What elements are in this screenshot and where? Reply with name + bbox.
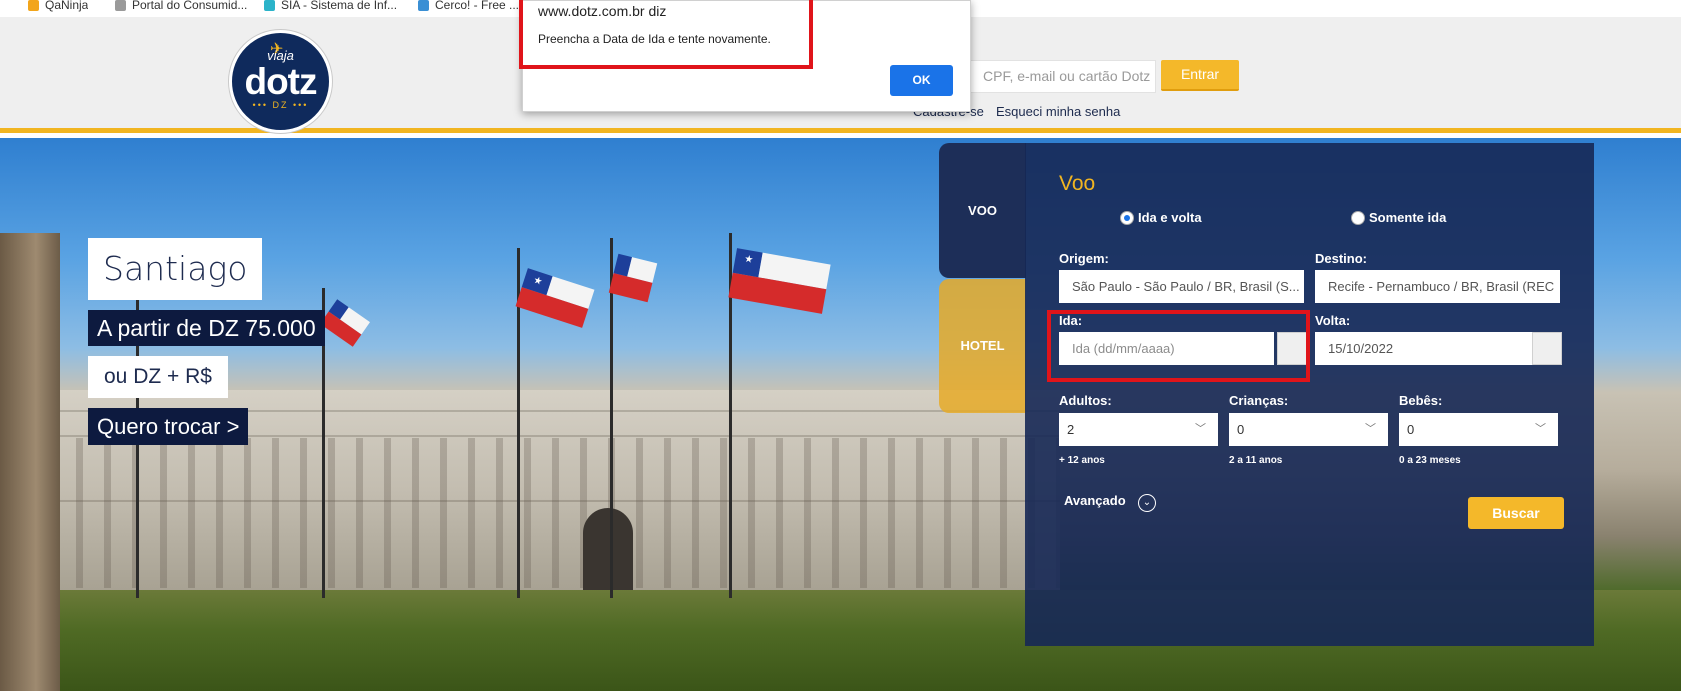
select-value: 2 [1067,422,1075,437]
radio-label: Somente ida [1369,210,1447,225]
page-icon [115,0,126,11]
origin-label: Origem: [1059,251,1109,266]
hex-icon [418,0,429,11]
login-button[interactable]: Entrar [1161,60,1239,91]
chevron-down-icon: ﹀ [1195,423,1206,435]
adults-hint: + 12 anos [1059,455,1105,466]
palace-door [583,508,633,590]
advanced-options-link[interactable]: Avançado [1064,493,1126,508]
chile-flag: ★ [728,248,831,314]
promo-price[interactable]: A partir de DZ 75.000 [88,310,325,346]
dialog-highlight-box [519,0,813,69]
chile-flag: ★ [515,268,595,328]
promo-cta-link[interactable]: Quero trocar > [88,408,249,445]
login-input[interactable]: CPF, e-mail ou cartão Dotz [970,60,1156,93]
return-date-input[interactable]: 15/10/2022 [1315,332,1533,365]
radio-one-way[interactable]: Somente ida [1351,210,1446,225]
bookmark-sia[interactable]: SIA - Sistema de Inf... [264,0,397,14]
bookmark-portal[interactable]: Portal do Consumid... [115,0,247,14]
destination-input[interactable]: Recife - Pernambuco / BR, Brasil (REC [1315,270,1560,303]
children-select[interactable]: 0 ﹀ [1229,413,1388,446]
children-label: Crianças: [1229,393,1289,408]
select-value: 0 [1407,422,1415,437]
calendar-button[interactable] [1532,332,1562,365]
chevron-down-circle-icon[interactable]: ⌄ [1138,494,1156,512]
adults-select[interactable]: 2 ﹀ [1059,413,1218,446]
diamond-icon [264,0,275,11]
bookmark-label: Cerco! - Free ... [435,0,518,12]
panel-title: Voo [1059,172,1096,195]
bookmark-qaninja[interactable]: QaNinja [28,0,88,14]
departure-highlight-box [1047,310,1310,382]
infants-hint: 0 a 23 meses [1399,455,1461,466]
bookmark-label: Portal do Consumid... [132,0,248,12]
promo-destination[interactable]: Santiago [88,238,263,300]
logo-badge: ••• DZ ••• [252,100,309,110]
children-hint: 2 a 11 anos [1229,455,1283,466]
palace-columns [20,438,1060,588]
chile-flag [608,253,658,303]
radio-round-trip[interactable]: Ida e volta [1120,210,1202,225]
dialog-ok-button[interactable]: OK [890,65,953,96]
promo-alt-price[interactable]: ou DZ + R$ [88,356,228,398]
radio-checked-icon [1120,211,1134,225]
radio-label: Ida e volta [1138,210,1202,225]
destination-label: Destino: [1315,251,1367,266]
forgot-password-link[interactable]: Esqueci minha senha [996,104,1120,119]
tab-flight[interactable]: VOO [939,143,1026,278]
bookmark-label: SIA - Sistema de Inf... [281,0,398,12]
chevron-down-icon: ﹀ [1365,423,1376,435]
select-value: 0 [1237,422,1245,437]
infants-label: Bebês: [1399,393,1443,408]
search-button[interactable]: Buscar [1468,497,1564,529]
bookmark-cerco[interactable]: Cerco! - Free ... [418,0,518,14]
origin-input[interactable]: São Paulo - São Paulo / BR, Brasil (S... [1059,270,1304,303]
logo-brand: dotz [244,61,317,102]
chevron-down-icon: ﹀ [1535,423,1546,435]
adults-label: Adultos: [1059,393,1112,408]
radio-unchecked-icon [1351,211,1365,225]
infants-select[interactable]: 0 ﹀ [1399,413,1558,446]
dotz-logo[interactable]: ✈ viaja dotz ••• DZ ••• [229,30,332,133]
folder-icon [28,0,39,11]
flight-search-panel: Voo Ida e volta Somente ida Origem: São … [1025,143,1594,646]
tab-hotel[interactable]: HOTEL [939,279,1026,413]
return-label: Volta: [1315,313,1351,328]
statue [0,233,60,691]
bookmark-label: QaNinja [45,0,89,12]
chile-flag [320,299,370,347]
